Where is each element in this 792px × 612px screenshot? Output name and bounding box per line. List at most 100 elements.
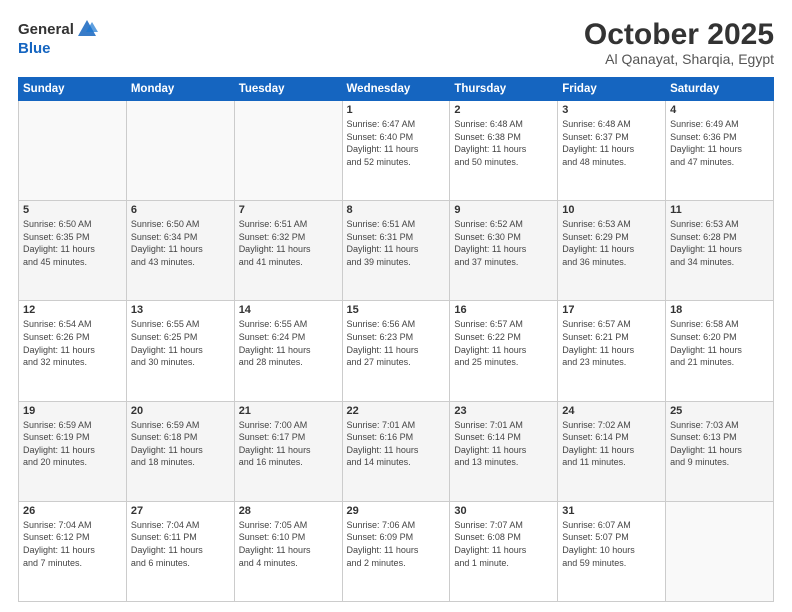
day-info: Sunrise: 6:57 AM Sunset: 6:22 PM Dayligh… [454,318,553,368]
day-number: 10 [562,204,661,216]
day-info: Sunrise: 6:48 AM Sunset: 6:38 PM Dayligh… [454,118,553,168]
day-number: 1 [347,104,446,116]
day-number: 18 [670,304,769,316]
calendar-cell: 7Sunrise: 6:51 AM Sunset: 6:32 PM Daylig… [234,201,342,301]
calendar-cell: 18 Sunrise: 6:58 AM Sunset: 6:20 PM Dayli… [666,301,774,401]
day-number: 25 [670,405,769,417]
calendar-cell: 14Sunrise: 6:55 AM Sunset: 6:24 PM Dayli… [234,301,342,401]
logo-text-blue: Blue [18,40,51,57]
day-number: 27 [131,505,230,517]
day-number: 11 [670,204,769,216]
day-number: 8 [347,204,446,216]
calendar-cell: 15 Sunrise: 6:56 AM Sunset: 6:23 PM Dayli… [342,301,450,401]
day-info: Sunrise: 6:47 AM Sunset: 6:40 PM Dayligh… [347,118,446,168]
day-info: Sunrise: 6:54 AM Sunset: 6:26 PM Dayligh… [23,318,122,368]
day-info: Sunrise: 6:07 AM Sunset: 5:07 PM Dayligh… [562,519,661,569]
calendar-cell: 13 Sunrise: 6:55 AM Sunset: 6:25 PM Dayli… [126,301,234,401]
calendar-subtitle: Al Qanayat, Sharqia, Egypt [584,51,774,67]
day-info: Sunrise: 7:04 AM Sunset: 6:11 PM Dayligh… [131,519,230,569]
day-number: 6 [131,204,230,216]
day-number: 4 [670,104,769,116]
calendar-cell [666,501,774,601]
calendar-table: SundayMondayTuesdayWednesdayThursdayFrid… [18,77,774,602]
calendar-week-row: 19Sunrise: 6:59 AM Sunset: 6:19 PM Dayli… [19,401,774,501]
calendar-cell: 16Sunrise: 6:57 AM Sunset: 6:22 PM Dayli… [450,301,558,401]
calendar-cell: 12 Sunrise: 6:54 AM Sunset: 6:26 PM Dayli… [19,301,127,401]
day-info: Sunrise: 6:55 AM Sunset: 6:25 PM Dayligh… [131,318,230,368]
day-number: 22 [347,405,446,417]
day-number: 9 [454,204,553,216]
calendar-cell: 23Sunrise: 7:01 AM Sunset: 6:14 PM Dayli… [450,401,558,501]
day-info: Sunrise: 6:49 AM Sunset: 6:36 PM Dayligh… [670,118,769,168]
day-info: Sunrise: 6:48 AM Sunset: 6:37 PM Dayligh… [562,118,661,168]
calendar-cell [126,101,234,201]
calendar-cell: 31Sunrise: 6:07 AM Sunset: 5:07 PM Dayli… [558,501,666,601]
calendar-cell: 22 Sunrise: 7:01 AM Sunset: 6:16 PM Dayli… [342,401,450,501]
calendar-cell: 8Sunrise: 6:51 AM Sunset: 6:31 PM Daylig… [342,201,450,301]
logo-text-general: General [18,21,74,38]
calendar-cell: 4 Sunrise: 6:49 AM Sunset: 6:36 PM Daylig… [666,101,774,201]
logo-icon [76,18,98,40]
weekday-header-monday: Monday [126,78,234,101]
calendar-cell: 1 Sunrise: 6:47 AM Sunset: 6:40 PM Daylig… [342,101,450,201]
day-info: Sunrise: 7:01 AM Sunset: 6:14 PM Dayligh… [454,419,553,469]
calendar-cell: 26 Sunrise: 7:04 AM Sunset: 6:12 PM Dayli… [19,501,127,601]
day-info: Sunrise: 7:00 AM Sunset: 6:17 PM Dayligh… [239,419,338,469]
day-info: Sunrise: 6:57 AM Sunset: 6:21 PM Dayligh… [562,318,661,368]
calendar-cell: 6 Sunrise: 6:50 AM Sunset: 6:34 PM Daylig… [126,201,234,301]
title-section: October 2025 Al Qanayat, Sharqia, Egypt [584,18,774,67]
day-number: 26 [23,505,122,517]
calendar-cell: 2 Sunrise: 6:48 AM Sunset: 6:38 PM Daylig… [450,101,558,201]
day-info: Sunrise: 6:55 AM Sunset: 6:24 PM Dayligh… [239,318,338,368]
day-number: 12 [23,304,122,316]
calendar-cell: 24 Sunrise: 7:02 AM Sunset: 6:14 PM Dayli… [558,401,666,501]
calendar-cell: 19Sunrise: 6:59 AM Sunset: 6:19 PM Dayli… [19,401,127,501]
calendar-cell: 25Sunrise: 7:03 AM Sunset: 6:13 PM Dayli… [666,401,774,501]
day-number: 30 [454,505,553,517]
day-info: Sunrise: 6:59 AM Sunset: 6:18 PM Dayligh… [131,419,230,469]
calendar-header-row: SundayMondayTuesdayWednesdayThursdayFrid… [19,78,774,101]
day-info: Sunrise: 7:05 AM Sunset: 6:10 PM Dayligh… [239,519,338,569]
day-number: 17 [562,304,661,316]
day-info: Sunrise: 6:50 AM Sunset: 6:34 PM Dayligh… [131,218,230,268]
weekday-header-thursday: Thursday [450,78,558,101]
weekday-header-sunday: Sunday [19,78,127,101]
day-number: 21 [239,405,338,417]
calendar-cell: 10 Sunrise: 6:53 AM Sunset: 6:29 PM Dayli… [558,201,666,301]
day-info: Sunrise: 7:02 AM Sunset: 6:14 PM Dayligh… [562,419,661,469]
calendar-title: October 2025 [584,18,774,51]
page: General Blue October 2025 Al Qanayat, Sh… [0,0,792,612]
day-number: 20 [131,405,230,417]
day-number: 2 [454,104,553,116]
calendar-cell [19,101,127,201]
weekday-header-saturday: Saturday [666,78,774,101]
day-number: 28 [239,505,338,517]
day-number: 13 [131,304,230,316]
calendar-cell: 20 Sunrise: 6:59 AM Sunset: 6:18 PM Dayli… [126,401,234,501]
calendar-week-row: 26 Sunrise: 7:04 AM Sunset: 6:12 PM Dayli… [19,501,774,601]
day-info: Sunrise: 6:59 AM Sunset: 6:19 PM Dayligh… [23,419,122,469]
day-number: 5 [23,204,122,216]
day-info: Sunrise: 6:58 AM Sunset: 6:20 PM Dayligh… [670,318,769,368]
calendar-week-row: 1 Sunrise: 6:47 AM Sunset: 6:40 PM Daylig… [19,101,774,201]
day-info: Sunrise: 6:52 AM Sunset: 6:30 PM Dayligh… [454,218,553,268]
calendar-cell: 3 Sunrise: 6:48 AM Sunset: 6:37 PM Daylig… [558,101,666,201]
day-info: Sunrise: 7:01 AM Sunset: 6:16 PM Dayligh… [347,419,446,469]
header: General Blue October 2025 Al Qanayat, Sh… [18,18,774,67]
calendar-cell: 28 Sunrise: 7:05 AM Sunset: 6:10 PM Dayli… [234,501,342,601]
day-info: Sunrise: 7:04 AM Sunset: 6:12 PM Dayligh… [23,519,122,569]
day-info: Sunrise: 6:51 AM Sunset: 6:32 PM Dayligh… [239,218,338,268]
calendar-cell: 21 Sunrise: 7:00 AM Sunset: 6:17 PM Dayli… [234,401,342,501]
calendar-cell: 11 Sunrise: 6:53 AM Sunset: 6:28 PM Dayli… [666,201,774,301]
weekday-header-friday: Friday [558,78,666,101]
day-info: Sunrise: 6:53 AM Sunset: 6:28 PM Dayligh… [670,218,769,268]
day-number: 24 [562,405,661,417]
day-number: 15 [347,304,446,316]
day-info: Sunrise: 6:56 AM Sunset: 6:23 PM Dayligh… [347,318,446,368]
day-number: 3 [562,104,661,116]
day-number: 29 [347,505,446,517]
day-info: Sunrise: 6:53 AM Sunset: 6:29 PM Dayligh… [562,218,661,268]
calendar-cell: 30Sunrise: 7:07 AM Sunset: 6:08 PM Dayli… [450,501,558,601]
logo: General Blue [18,18,98,57]
weekday-header-tuesday: Tuesday [234,78,342,101]
